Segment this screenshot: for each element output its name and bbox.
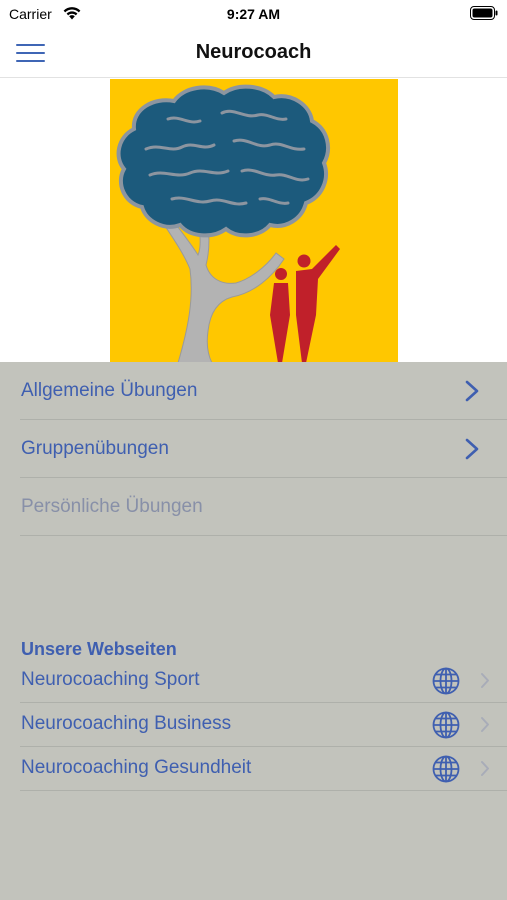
globe-icon [432, 755, 460, 783]
menu-panel: Allgemeine Übungen Gruppenübungen Persön… [0, 362, 507, 900]
website-link-business[interactable]: Neurocoaching Business [20, 703, 507, 747]
website-link-gesundheit[interactable]: Neurocoaching Gesundheit [20, 747, 507, 791]
navigation-bar: Neurocoach [0, 28, 507, 78]
chevron-right-icon [481, 717, 489, 732]
menu-item-persoenliche-uebungen: Persönliche Übungen [20, 478, 507, 536]
globe-icon [432, 667, 460, 695]
menu-item-label: Gruppenübungen [21, 438, 169, 459]
menu-item-allgemeine-uebungen[interactable]: Allgemeine Übungen [20, 362, 507, 420]
status-bar: Carrier 9:27 AM [0, 0, 507, 28]
website-link-sport[interactable]: Neurocoaching Sport [20, 659, 507, 703]
chevron-right-icon [465, 438, 479, 460]
chevron-right-icon [481, 761, 489, 776]
battery-icon [470, 6, 498, 20]
page-title: Neurocoach [195, 41, 312, 63]
brain-tree-logo [110, 79, 398, 363]
clock: 9:27 AM [226, 6, 281, 22]
website-link-label: Neurocoaching Gesundheit [21, 757, 252, 778]
globe-icon [432, 711, 460, 739]
menu-item-gruppenuebungen[interactable]: Gruppenübungen [20, 420, 507, 478]
section-header-webseiten: Unsere Webseiten [21, 639, 177, 659]
chevron-right-icon [465, 380, 479, 402]
website-link-label: Neurocoaching Business [21, 713, 232, 734]
website-link-label: Neurocoaching Sport [21, 669, 200, 690]
chevron-right-icon [481, 673, 489, 688]
menu-item-label: Allgemeine Übungen [21, 380, 198, 401]
menu-item-label: Persönliche Übungen [21, 496, 203, 517]
